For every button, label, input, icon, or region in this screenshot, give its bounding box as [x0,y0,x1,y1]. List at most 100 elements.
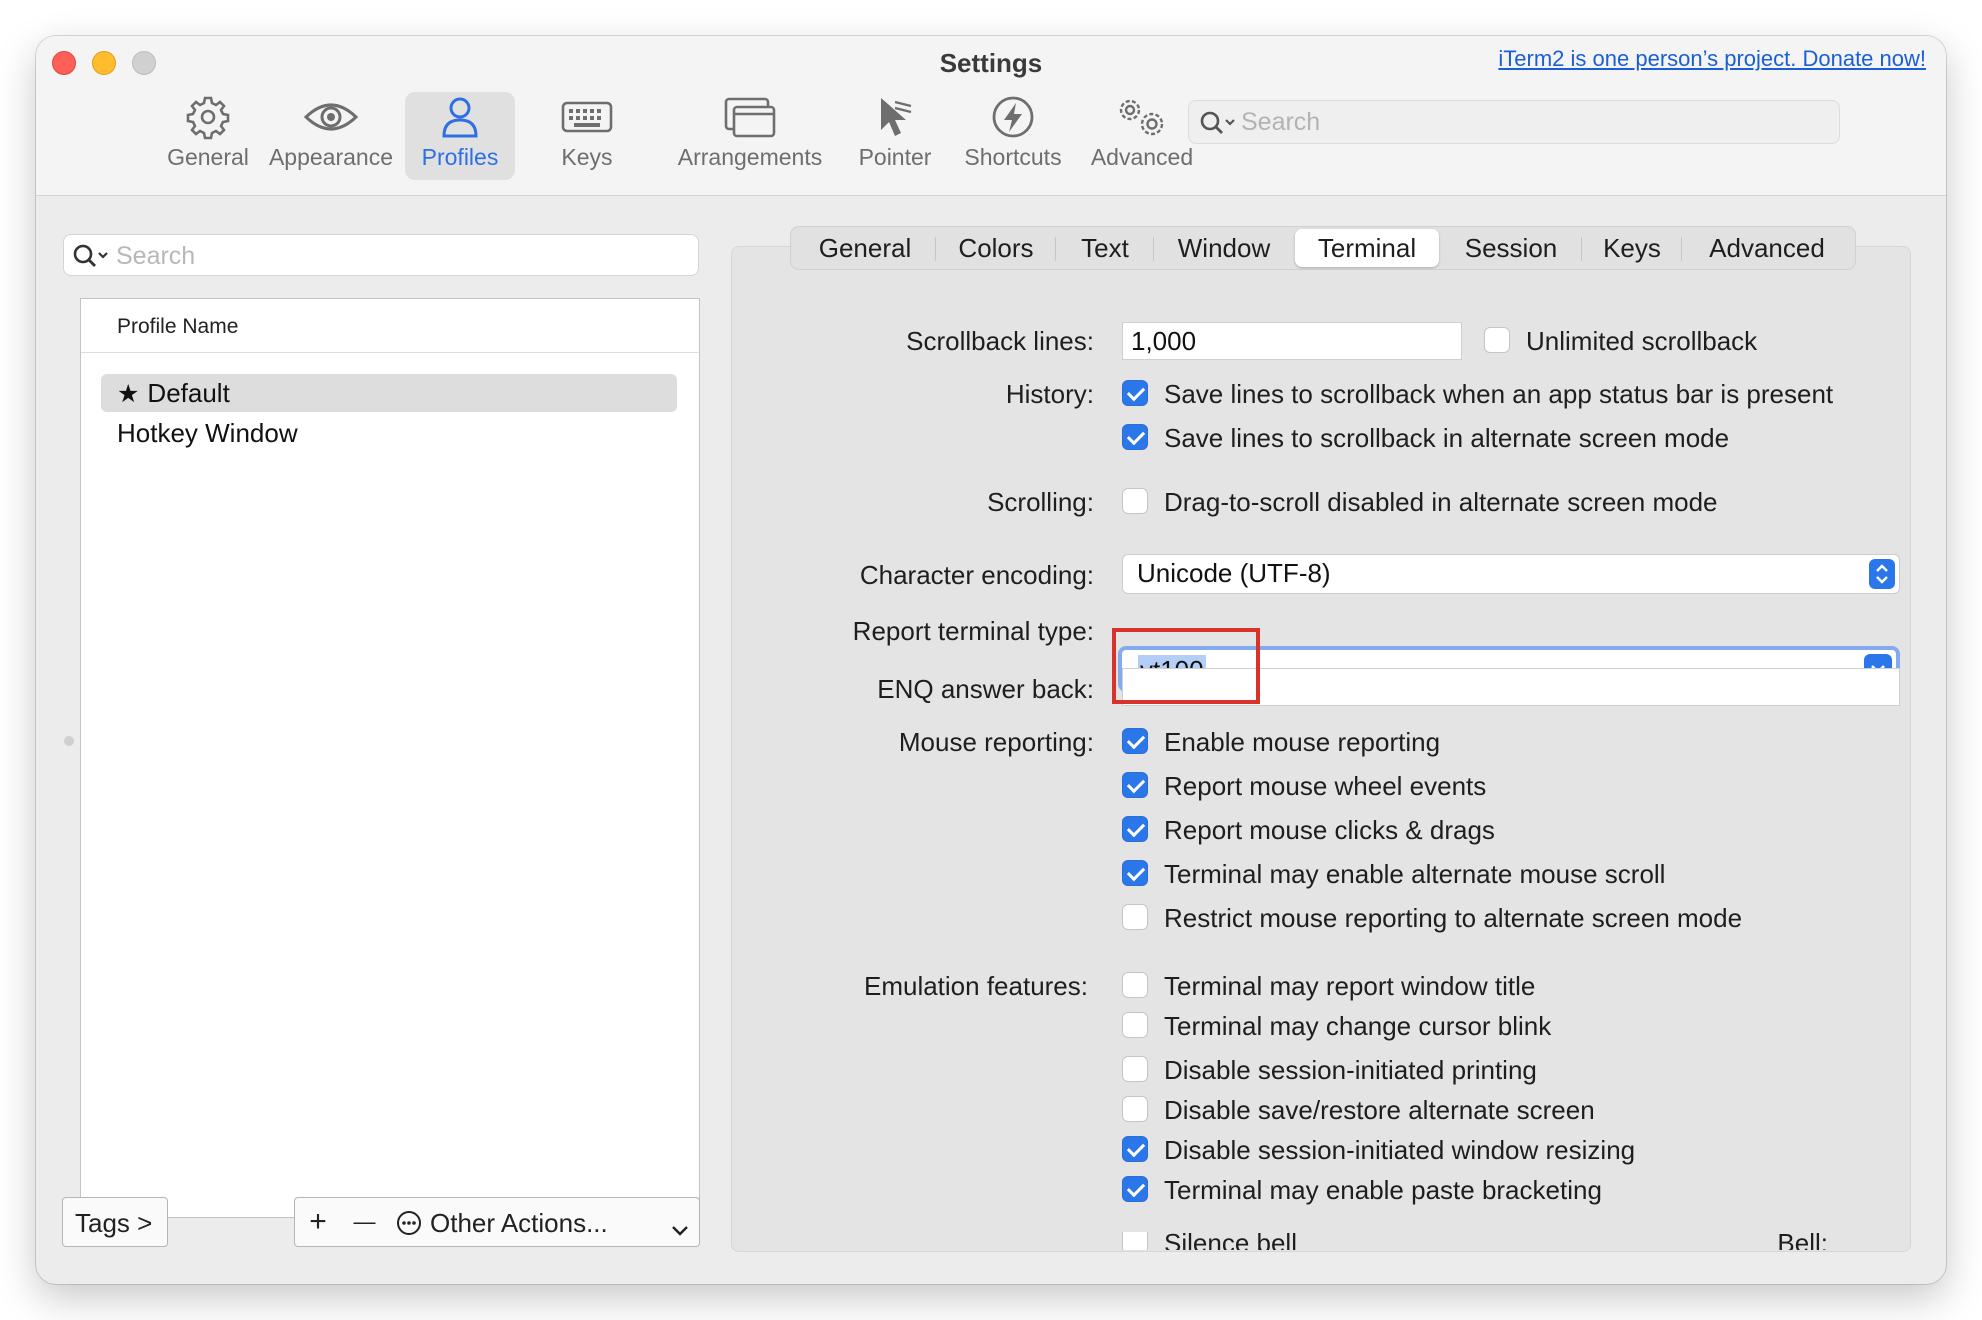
add-profile-button[interactable]: + [294,1197,342,1247]
scrollback-lines-field[interactable]: 1,000 [1122,322,1462,360]
pref-tab-shortcuts[interactable]: Shortcuts [958,92,1068,180]
character-encoding-label: Character encoding: [859,560,1094,590]
pref-tab-label: Shortcuts [964,144,1062,170]
up-down-chevron-icon [1869,559,1895,589]
change-cursor-blink-checkbox[interactable] [1122,1012,1148,1038]
history-alternate-screen-checkbox[interactable] [1122,424,1148,450]
character-encoding-popup[interactable]: Unicode (UTF-8) [1122,554,1900,594]
ellipsis-circle-icon [396,1210,422,1243]
tab-session[interactable]: Session [1441,229,1581,267]
silence-bell-label: Silence bell [1164,1232,1297,1250]
history-status-bar-label: Save lines to scrollback when an app sta… [1164,379,1834,409]
tab-separator [1581,237,1582,261]
chevron-down-icon [671,1214,689,1245]
tab-window[interactable]: Window [1155,229,1293,267]
character-encoding-value: Unicode (UTF-8) [1137,558,1331,588]
drag-to-scroll-checkbox[interactable] [1122,488,1148,514]
pref-tab-label: Appearance [268,144,394,170]
tags-button[interactable]: Tags > [62,1197,168,1247]
disable-save-restore-checkbox[interactable] [1122,1096,1148,1122]
tab-colors[interactable]: Colors [937,229,1055,267]
gear-icon [185,92,231,142]
profile-settings-tabs: General Colors Text Window Terminal Sess… [790,226,1856,270]
gears-icon [1114,92,1170,142]
tab-keys[interactable]: Keys [1583,229,1681,267]
toolbar: Settings iTerm2 is one person’s project.… [36,36,1946,196]
tab-advanced[interactable]: Advanced [1683,229,1851,267]
pref-tab-label: Profiles [421,144,499,170]
pref-tab-label: Pointer [858,144,932,170]
history-status-bar-checkbox[interactable] [1122,380,1148,406]
report-window-title-label: Terminal may report window title [1164,971,1536,1001]
pref-tab-arrangements[interactable]: Arrangements [666,92,834,180]
other-actions-label: Other Actions... [430,1208,608,1238]
emulation-features-label: Emulation features: [863,971,1088,1001]
pref-tab-label: Advanced [1090,144,1194,170]
tab-text[interactable]: Text [1057,229,1153,267]
history-label: History: [1005,379,1094,409]
profile-name-column-header[interactable]: Profile Name [81,299,699,353]
pref-tab-advanced[interactable]: Advanced [1084,92,1200,180]
keyboard-icon [561,92,613,142]
alternate-mouse-scroll-checkbox[interactable] [1122,860,1148,886]
unlimited-scrollback-label: Unlimited scrollback [1526,326,1758,356]
disable-window-resizing-checkbox[interactable] [1122,1136,1148,1162]
pref-tab-profiles[interactable]: Profiles [405,92,515,180]
settings-window: Settings iTerm2 is one person’s project.… [36,36,1946,1284]
profile-name: Default [147,378,230,408]
search-icon [72,242,112,275]
drag-to-scroll-label: Drag-to-scroll disabled in alternate scr… [1164,487,1718,517]
profile-search-field[interactable] [63,234,699,276]
tab-separator [1055,237,1056,261]
mouse-wheel-events-label: Report mouse wheel events [1164,771,1487,801]
enable-mouse-reporting-checkbox[interactable] [1122,728,1148,754]
tab-general[interactable]: General [795,229,935,267]
settings-search-field[interactable] [1188,100,1840,144]
windows-icon [724,92,776,142]
unlimited-scrollback-checkbox[interactable] [1484,327,1510,353]
profile-search-input[interactable] [116,241,676,271]
person-icon [440,92,480,142]
restrict-mouse-reporting-checkbox[interactable] [1122,904,1148,930]
pref-tab-appearance[interactable]: Appearance [258,92,404,180]
tab-terminal[interactable]: Terminal [1295,229,1439,267]
profile-row-default[interactable]: ★ Default [101,374,677,412]
paste-bracketing-checkbox[interactable] [1122,1176,1148,1202]
profile-name: Hotkey Window [117,418,298,448]
scrollback-lines-label: Scrollback lines: [906,326,1094,356]
profile-row-hotkey-window[interactable]: Hotkey Window [101,414,677,452]
mouse-reporting-label: Mouse reporting: [898,727,1094,757]
disable-printing-label: Disable session-initiated printing [1164,1055,1537,1085]
splitter-handle[interactable] [64,736,74,746]
bell-row-clip: Bell: Silence bell [732,1232,1910,1250]
settings-search-input[interactable] [1241,107,1821,137]
disable-printing-checkbox[interactable] [1122,1056,1148,1082]
pref-tab-general[interactable]: General [148,92,268,180]
silence-bell-checkbox[interactable] [1122,1232,1148,1250]
change-cursor-blink-label: Terminal may change cursor blink [1164,1011,1552,1041]
donate-link[interactable]: iTerm2 is one person’s project. Donate n… [1498,46,1926,72]
pref-tab-keys[interactable]: Keys [542,92,632,180]
profile-list: Profile Name ★ Default Hotkey Window [80,298,700,1218]
tab-separator [1681,237,1682,261]
disable-window-resizing-label: Disable session-initiated window resizin… [1164,1135,1636,1165]
pref-tab-pointer[interactable]: Pointer [848,92,942,180]
other-actions-popup[interactable]: Other Actions... [388,1197,700,1247]
mouse-wheel-events-checkbox[interactable] [1122,772,1148,798]
pref-tab-label: Arrangements [677,144,823,170]
enable-mouse-reporting-label: Enable mouse reporting [1164,727,1441,757]
history-alternate-screen-label: Save lines to scrollback in alternate sc… [1164,423,1730,453]
restrict-mouse-reporting-label: Restrict mouse reporting to alternate sc… [1164,903,1743,933]
report-window-title-checkbox[interactable] [1122,972,1148,998]
paste-bracketing-label: Terminal may enable paste bracketing [1164,1175,1602,1205]
pref-tab-label: Keys [561,144,613,170]
mouse-clicks-drags-checkbox[interactable] [1122,816,1148,842]
pref-tab-label: General [167,144,249,170]
enq-answer-back-label: ENQ answer back: [877,674,1094,704]
tab-separator [935,237,936,261]
remove-profile-button[interactable]: — [341,1197,389,1247]
enq-answer-back-field[interactable] [1122,668,1900,706]
tab-separator [1153,237,1154,261]
alternate-mouse-scroll-label: Terminal may enable alternate mouse scro… [1164,859,1666,889]
bolt-icon [991,92,1035,142]
